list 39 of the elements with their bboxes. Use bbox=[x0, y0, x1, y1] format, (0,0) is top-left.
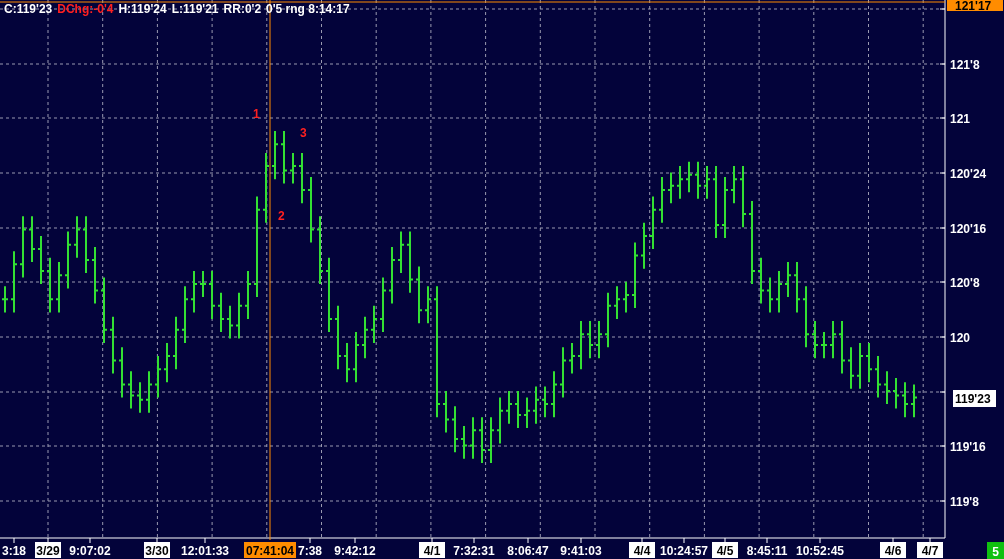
time-label: 9:42:12 bbox=[334, 544, 376, 558]
time-label: 3:18 bbox=[2, 544, 26, 558]
time-label: 8:06:47 bbox=[507, 544, 549, 558]
time-label: 7:32:31 bbox=[453, 544, 495, 558]
date-tag: 4/4 bbox=[629, 542, 655, 558]
date-tag: 4/7 bbox=[917, 542, 943, 558]
date-tag: 4/6 bbox=[880, 542, 906, 558]
annotation-label: 2 bbox=[278, 209, 285, 223]
annotation-label: 1 bbox=[253, 107, 260, 121]
date-tag: 3/30 bbox=[144, 542, 170, 558]
price-label: 121 bbox=[950, 112, 971, 126]
time-label: 8:45:11 bbox=[746, 544, 788, 558]
price-label: 119'8 bbox=[950, 495, 979, 509]
time-label: 12:01:33 bbox=[181, 544, 229, 558]
price-label: 120'24 bbox=[950, 167, 987, 181]
annotation-label: 3 bbox=[300, 126, 307, 140]
header-reading: 0'5 rng 8:14:17 bbox=[266, 1, 350, 17]
price-label: 120'16 bbox=[950, 222, 987, 236]
last-price-tag: 119'23 bbox=[953, 390, 996, 407]
date-tag: 3/29 bbox=[35, 542, 61, 558]
time-label: 10:52:45 bbox=[796, 544, 844, 558]
header-reading: RR:0'2 bbox=[223, 1, 262, 17]
header-reading: C:119'23 bbox=[4, 1, 53, 17]
price-label: 120 bbox=[950, 331, 971, 345]
header-reading: H:119'24 bbox=[118, 1, 167, 17]
date-tag: 4/5 bbox=[712, 542, 738, 558]
time-label: 10:24:57 bbox=[660, 544, 708, 558]
price-label: 121'8 bbox=[950, 58, 980, 72]
time-label: 7:38 bbox=[298, 544, 322, 558]
price-label: 120'8 bbox=[950, 276, 980, 290]
cursor-time-tag: 07:41:04 bbox=[244, 542, 296, 558]
time-label: 9:07:02 bbox=[69, 544, 111, 558]
price-label: 119'16 bbox=[950, 440, 986, 454]
count-badge: 5 bbox=[987, 542, 1004, 559]
header-reading: DChg:-0'4 bbox=[57, 1, 114, 17]
header-reading: L:119'21 bbox=[171, 1, 219, 17]
date-tag: 4/1 bbox=[419, 542, 445, 558]
cursor-price-tag: 121'17 bbox=[947, 0, 1003, 13]
time-label: 9:41:03 bbox=[560, 544, 602, 558]
